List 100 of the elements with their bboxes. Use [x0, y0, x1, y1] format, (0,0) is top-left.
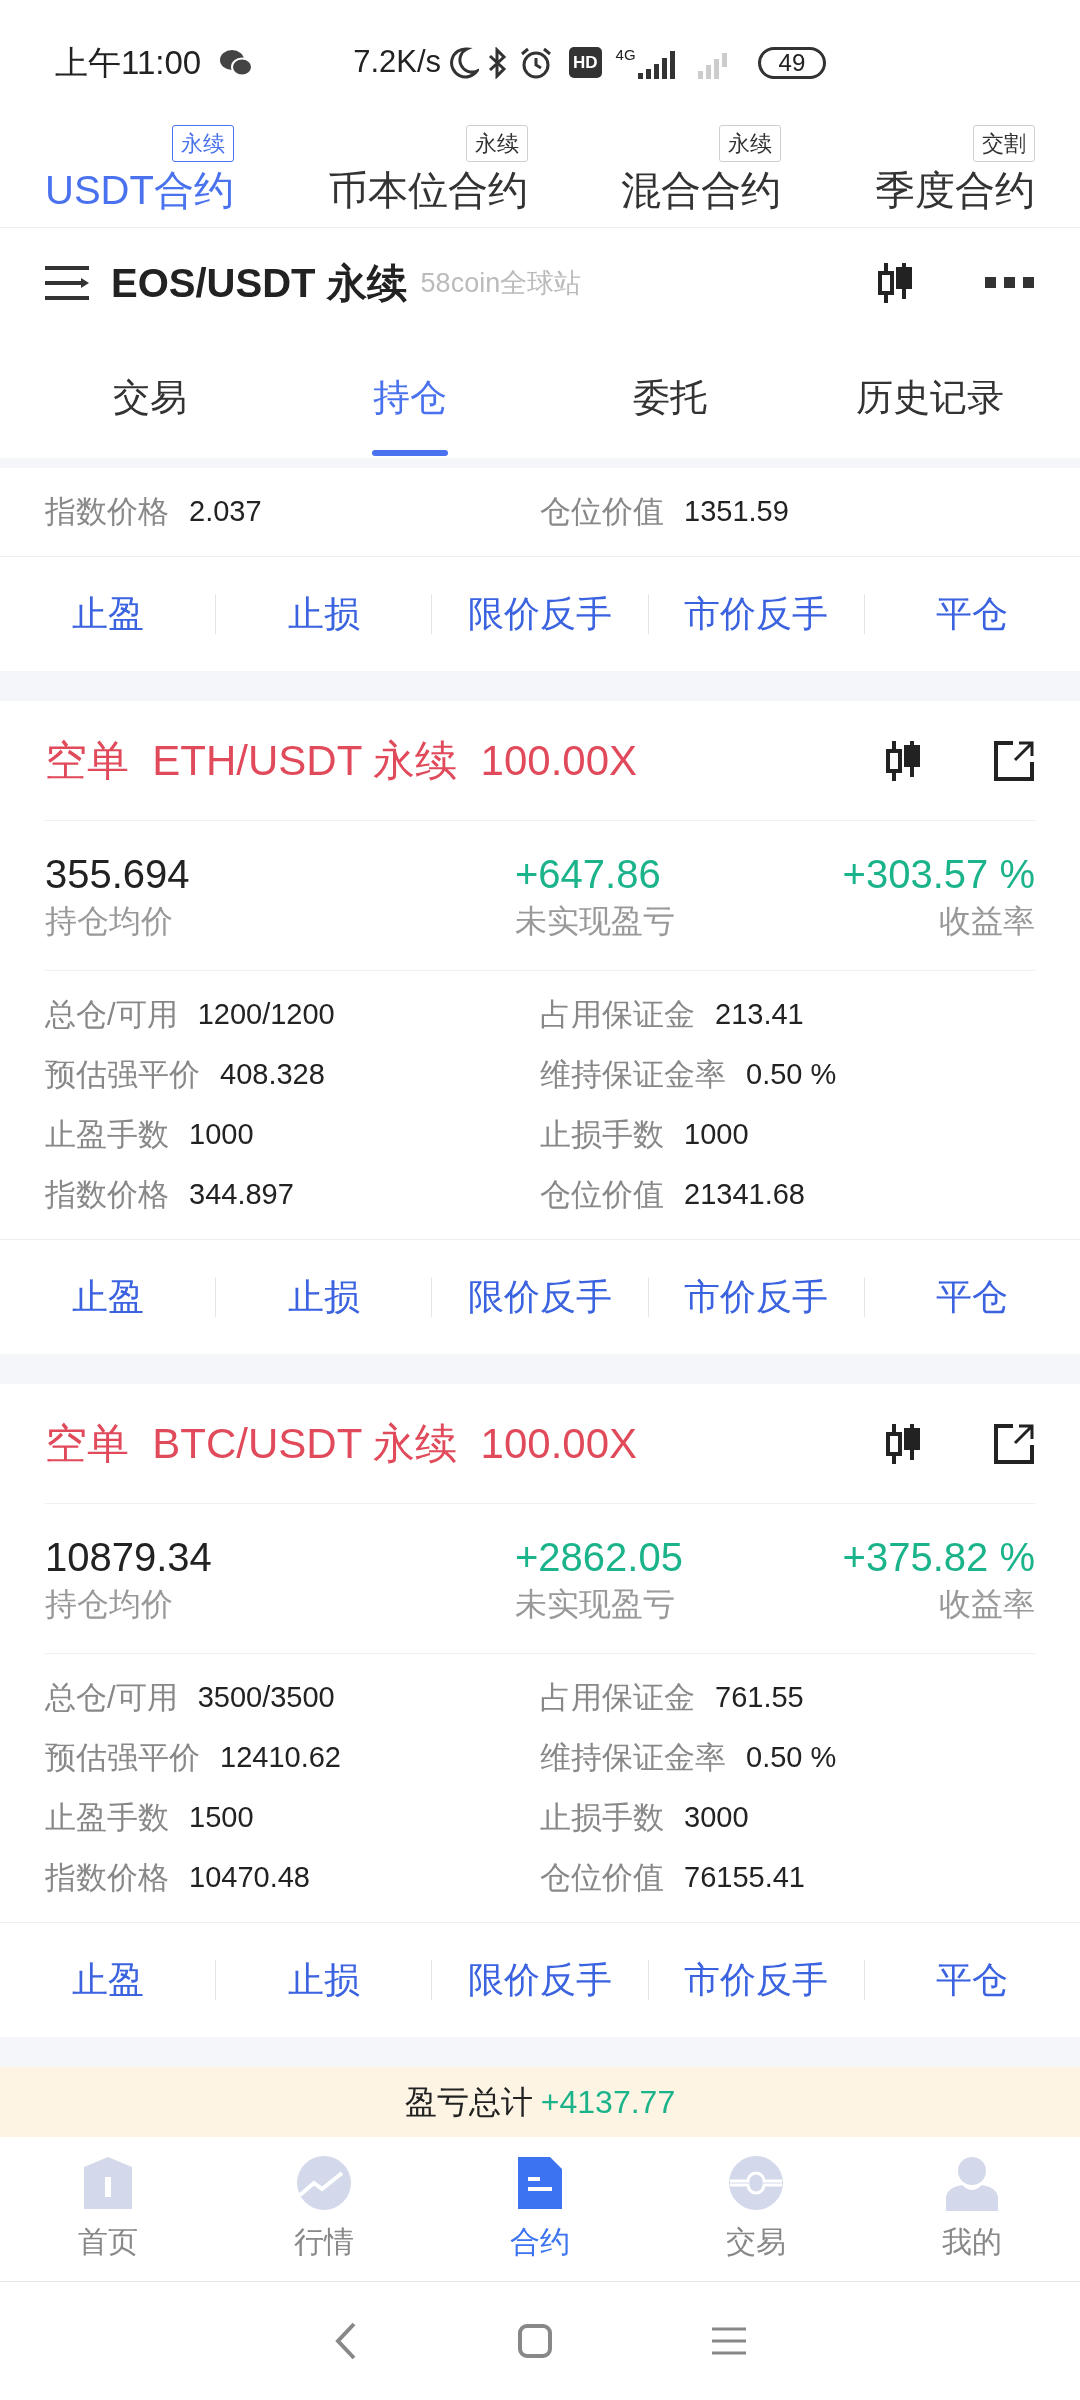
contract-tab[interactable]: 币本位合约	[327, 162, 528, 218]
detail-value: 1000	[684, 1117, 749, 1153]
position-title: 空单 BTC/USDT 永续 100.00X	[45, 1419, 638, 1469]
return-rate: +303.57 %	[842, 850, 1035, 898]
detail-label: 指数价格	[45, 492, 169, 531]
detail-label: 止盈手数	[45, 1798, 169, 1837]
more-icon[interactable]	[985, 277, 1035, 289]
action-button[interactable]: 市价反手	[648, 1923, 864, 2037]
nav-item[interactable]: 交易	[648, 2137, 864, 2281]
average-price: 10879.34	[45, 1533, 213, 1581]
detail-value: 761.55	[715, 1680, 804, 1716]
detail-label: 占用保证金	[540, 1678, 695, 1717]
action-button[interactable]: 市价反手	[648, 557, 864, 671]
detail-label: 总仓/可用	[45, 1678, 178, 1717]
detail-label: 止盈手数	[45, 1115, 169, 1154]
detail-label: 仓位价值	[540, 1175, 664, 1214]
average-price-label: 持仓均价	[45, 1584, 174, 1624]
moon-icon	[449, 46, 480, 79]
action-button[interactable]: 限价反手	[432, 1923, 648, 2037]
contract-tab[interactable]: 季度合约	[875, 162, 1035, 218]
detail-label: 预估强平价	[45, 1055, 200, 1094]
menu-icon[interactable]	[45, 264, 89, 302]
action-button[interactable]: 平仓	[864, 557, 1080, 671]
action-button[interactable]: 平仓	[864, 1240, 1080, 1354]
unrealized-pnl-label: 未实现盈亏	[515, 1584, 676, 1624]
detail-value: 21341.68	[684, 1177, 805, 1213]
share-icon[interactable]	[993, 739, 1035, 782]
action-button[interactable]: 限价反手	[432, 1240, 648, 1354]
position-title: 空单 ETH/USDT 永续 100.00X	[45, 736, 638, 786]
unrealized-pnl: +647.86	[515, 850, 662, 898]
average-price-label: 持仓均价	[45, 901, 174, 941]
network-speed: 7.2K/s	[353, 43, 442, 82]
detail-value: 213.41	[715, 997, 804, 1033]
nav-item[interactable]: 我的	[864, 2137, 1080, 2281]
action-button[interactable]: 止盈	[0, 1240, 216, 1354]
detail-value: 10470.48	[189, 1860, 310, 1896]
detail-value: 1200/1200	[197, 997, 335, 1033]
detail-value: 0.50 %	[746, 1057, 837, 1093]
detail-label: 止损手数	[540, 1115, 664, 1154]
page-title: EOS/USDT 永续	[111, 260, 407, 307]
detail-label: 预估强平价	[45, 1738, 200, 1777]
detail-value: 1000	[189, 1117, 254, 1153]
hd-badge: HD	[569, 46, 602, 79]
detail-value: 1500	[189, 1800, 254, 1836]
detail-value: 1351.59	[684, 494, 789, 530]
detail-label: 维持保证金率	[540, 1738, 726, 1777]
detail-value: 3000	[684, 1800, 749, 1836]
action-button[interactable]: 止损	[216, 557, 432, 671]
detail-value: 3500/3500	[197, 1680, 335, 1716]
tab[interactable]: 委托	[540, 338, 800, 458]
detail-label: 指数价格	[45, 1858, 169, 1897]
detail-value: 12410.62	[220, 1740, 341, 1776]
return-rate-label: 收益率	[939, 1584, 1035, 1624]
bluetooth-icon	[487, 46, 508, 79]
nav-item[interactable]: 行情	[216, 2137, 432, 2281]
contract-tab[interactable]: 混合合约	[621, 162, 782, 218]
action-button[interactable]: 止盈	[0, 1923, 216, 2037]
return-rate: +375.82 %	[842, 1533, 1035, 1581]
contract-tag: 永续	[171, 125, 234, 162]
action-button[interactable]: 止损	[216, 1240, 432, 1354]
contract-tag: 永续	[465, 125, 528, 162]
detail-label: 指数价格	[45, 1175, 169, 1214]
detail-value: 2.037	[189, 494, 262, 530]
nav-item[interactable]: 合约	[432, 2137, 648, 2281]
share-icon[interactable]	[993, 1422, 1035, 1465]
unrealized-pnl-label: 未实现盈亏	[515, 901, 676, 941]
return-rate-label: 收益率	[939, 901, 1035, 941]
average-price: 355.694	[45, 850, 191, 898]
status-time: 上午11:00	[55, 42, 202, 83]
pnl-total-label: 盈亏总计	[404, 2083, 533, 2122]
detail-value: 344.897	[189, 1177, 294, 1213]
detail-label: 维持保证金率	[540, 1055, 726, 1094]
alarm-icon	[519, 45, 554, 80]
battery-indicator: 49	[757, 46, 827, 79]
detail-label: 仓位价值	[540, 1858, 664, 1897]
action-button[interactable]: 止盈	[0, 557, 216, 671]
nav-item[interactable]: 首页	[0, 2137, 216, 2281]
detail-label: 占用保证金	[540, 995, 695, 1034]
action-button[interactable]: 平仓	[864, 1923, 1080, 2037]
action-button[interactable]: 市价反手	[648, 1240, 864, 1354]
pnl-total-value: +4137.77	[540, 2083, 676, 2122]
back-icon[interactable]	[334, 2321, 358, 2361]
site-label: 58coin全球站	[420, 266, 582, 300]
chat-icon	[219, 48, 254, 77]
network-type: 4G	[615, 46, 636, 62]
action-button[interactable]: 限价反手	[432, 557, 648, 671]
home-button-icon[interactable]	[518, 2324, 552, 2358]
detail-value: 76155.41	[684, 1860, 805, 1896]
contract-tag: 永续	[719, 125, 782, 162]
detail-value: 0.50 %	[746, 1740, 837, 1776]
action-button[interactable]: 止损	[216, 1923, 432, 2037]
contract-tag: 交割	[973, 125, 1035, 162]
contract-tab[interactable]: USDT合约	[45, 162, 234, 218]
unrealized-pnl: +2862.05	[515, 1533, 684, 1581]
tab[interactable]: 历史记录	[800, 338, 1060, 458]
tab[interactable]: 交易	[20, 338, 280, 458]
detail-value: 408.328	[220, 1057, 325, 1093]
tab[interactable]: 持仓	[280, 338, 540, 458]
detail-label: 总仓/可用	[45, 995, 178, 1034]
detail-label: 止损手数	[540, 1798, 664, 1837]
